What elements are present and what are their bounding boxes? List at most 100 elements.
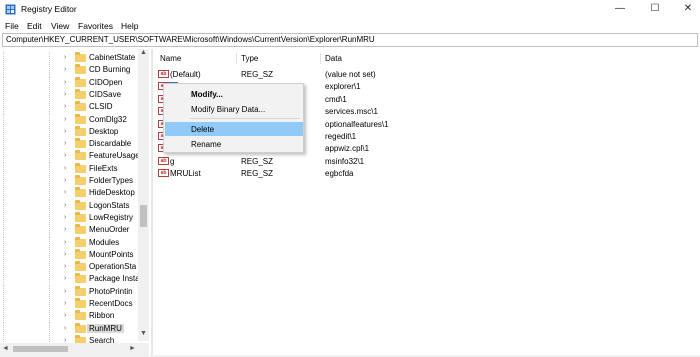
maximize-button[interactable]: ☐ [638,0,672,18]
expand-chevron-icon[interactable]: › [64,54,66,61]
tree-item[interactable]: › MountPoints [0,248,137,262]
tree-item[interactable]: › CD Burning [0,64,137,78]
menu-edit[interactable]: Edit [27,21,42,31]
tree-guide-line [3,285,4,299]
expand-chevron-icon[interactable]: › [64,79,66,86]
pane-splitter[interactable] [151,49,153,355]
horizontal-scroll-thumb[interactable] [13,346,68,352]
menu-file[interactable]: File [5,21,19,31]
expand-chevron-icon[interactable]: › [64,239,66,246]
menu-item-rename[interactable]: Rename [165,137,303,151]
scroll-up-arrow-icon[interactable]: ▲ [138,49,149,60]
value-data: optionalfeatures\1 [325,119,389,129]
tree-item-label: CLSID [89,102,113,112]
expand-chevron-icon[interactable]: › [64,152,66,159]
expand-chevron-icon[interactable]: › [64,275,66,282]
minimize-button[interactable]: — [603,0,637,18]
expand-chevron-icon[interactable]: › [64,251,66,258]
tree-item-label: RunMRU [87,323,124,333]
scroll-down-arrow-icon[interactable]: ▼ [138,330,149,341]
tree-vertical-scrollbar[interactable]: ▲ ▼ [138,49,149,341]
tree-item[interactable]: › FolderTypes [0,175,137,188]
tree-item[interactable]: › RecentDocs [0,298,137,311]
tree-guide-line [49,125,50,139]
expand-chevron-icon[interactable]: › [64,103,66,110]
tree-guide-line [49,138,50,152]
menu-favorites[interactable]: Favorites [78,21,113,31]
expand-chevron-icon[interactable]: › [64,128,66,135]
tree-item-label: FeatureUsage [89,151,140,161]
column-header-name[interactable]: Name [160,54,181,63]
address-bar[interactable]: Computer\HKEY_CURRENT_USER\SOFTWARE\Micr… [2,33,698,47]
tree-item[interactable]: › Discardable [0,138,137,152]
expand-chevron-icon[interactable]: › [64,140,66,147]
scroll-right-arrow-icon[interactable]: ► [127,343,138,355]
tree-guide-line [3,298,4,311]
expand-chevron-icon[interactable]: › [64,300,66,307]
column-divider[interactable] [236,53,237,64]
tree-item[interactable]: › OperationSta [0,261,137,275]
value-row[interactable]: ab (Default) REG_SZ (value not set) [154,68,694,81]
tree-item[interactable]: › ComDlg32 [0,113,137,127]
tree-guide-line [3,113,4,127]
expand-chevron-icon[interactable]: › [64,189,66,196]
tree-guide-line [3,273,4,287]
expand-chevron-icon[interactable]: › [64,263,66,270]
tree-item[interactable]: › HideDesktop [0,187,137,201]
tree-guide-line [49,187,50,201]
menu-help[interactable]: Help [121,21,138,31]
column-divider[interactable] [320,53,321,64]
expand-chevron-icon[interactable]: › [64,177,66,184]
menu-item-modify[interactable]: Modify... [165,87,303,101]
expand-chevron-icon[interactable]: › [64,91,66,98]
column-header-type[interactable]: Type [241,54,258,63]
value-row[interactable]: ab MRUList REG_SZ egbcfda [154,167,694,180]
expand-chevron-icon[interactable]: › [64,66,66,73]
tree-item[interactable]: › Ribbon [0,310,137,324]
expand-chevron-icon[interactable]: › [64,202,66,209]
folder-icon [75,224,86,235]
scroll-left-arrow-icon[interactable]: ◄ [0,343,11,355]
tree-item[interactable]: › RunMRU [0,322,137,336]
tree-item[interactable]: › CIDSave [0,88,137,102]
tree-item[interactable]: › LowRegistry [0,211,137,225]
tree-item[interactable]: › CLSID [0,101,137,115]
folder-icon [75,76,86,87]
expand-chevron-icon[interactable]: › [64,116,66,123]
expand-chevron-icon[interactable]: › [64,165,66,172]
tree-guide-line [3,248,4,262]
value-data: appwiz.cpl\1 [325,144,370,154]
tree-item[interactable]: › FeatureUsage [0,150,140,164]
tree-guide-line [49,273,50,287]
close-button[interactable]: ✕ [671,0,700,18]
tree-item-label: HideDesktop [89,188,135,198]
address-path[interactable]: Computer\HKEY_CURRENT_USER\SOFTWARE\Micr… [6,35,375,44]
scroll-thumb[interactable] [140,205,147,227]
column-header-data[interactable]: Data [325,54,342,63]
tree-item[interactable]: › Modules [0,236,137,250]
tree-horizontal-scrollbar[interactable]: ◄ ► [0,343,149,355]
menu-item-modify-binary[interactable]: Modify Binary Data... [165,102,303,116]
tree-item[interactable]: › Desktop [0,125,137,139]
expand-chevron-icon[interactable]: › [64,312,66,319]
tree-item[interactable]: › CabinetState [0,52,137,65]
tree-item[interactable]: › PhotoPrintin [0,285,137,299]
tree-item[interactable]: › MenuOrder [0,224,137,238]
expand-chevron-icon[interactable]: › [64,226,66,233]
tree-item[interactable]: › FileExts [0,162,137,176]
menu-item-delete[interactable]: Delete [165,122,303,136]
window-title: Registry Editor [21,4,77,14]
value-row[interactable]: ab g REG_SZ msinfo32\1 [154,155,694,168]
expand-chevron-icon[interactable]: › [64,214,66,221]
tree-item[interactable]: › LogonStats [0,199,137,213]
tree-guide-line [49,224,50,238]
menu-view[interactable]: View [51,21,69,31]
tree-item[interactable]: › Package Insta [0,273,140,287]
expand-chevron-icon[interactable]: › [64,288,66,295]
expand-chevron-icon[interactable]: › [64,325,66,332]
value-data: explorer\1 [325,82,361,92]
tree-guide-line [3,52,4,65]
tree-item[interactable]: › CIDOpen [0,76,137,90]
folder-icon [75,273,86,284]
folder-icon [75,199,86,210]
